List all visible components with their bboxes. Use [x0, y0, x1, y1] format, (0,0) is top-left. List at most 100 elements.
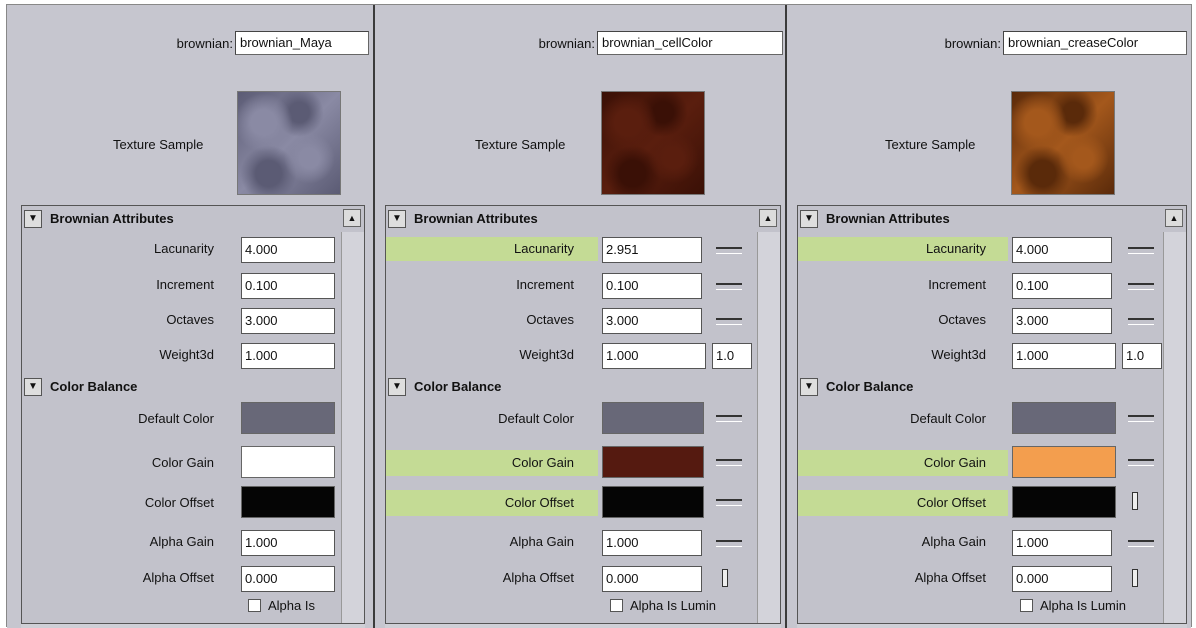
alpha-offset-slider-knob[interactable]: [1132, 569, 1138, 587]
texture-sample-swatch: [237, 91, 341, 195]
lacunarity-field[interactable]: 2.951: [602, 237, 702, 263]
default-color-swatch[interactable]: [1012, 402, 1116, 434]
alpha-gain-slider[interactable]: [1128, 540, 1154, 547]
color-offset-slider-knob[interactable]: [1132, 492, 1138, 510]
collapse-arrow-icon[interactable]: ▼: [24, 378, 42, 396]
texture-sample-label: Texture Sample: [885, 137, 976, 152]
weight3d-row: Weight3d 1.000: [22, 340, 340, 370]
increment-slider[interactable]: [716, 283, 742, 290]
next-section-header[interactable]: [797, 623, 1187, 628]
collapse-arrow-icon[interactable]: ▼: [24, 210, 42, 228]
scroll-up-icon[interactable]: ▲: [343, 209, 361, 227]
next-section-header[interactable]: [21, 623, 365, 628]
weight3d-x-field[interactable]: 1.000: [1012, 343, 1116, 369]
octaves-field[interactable]: 3.000: [241, 308, 335, 334]
collapse-arrow-icon[interactable]: ▼: [800, 378, 818, 396]
default-color-swatch[interactable]: [241, 402, 335, 434]
alpha-is-luminance-checkbox[interactable]: [610, 599, 623, 612]
alpha-gain-row: Alpha Gain 1.000: [798, 527, 1162, 557]
color-gain-slider[interactable]: [1128, 459, 1154, 466]
node-name-row: brownian: brownian_Maya: [7, 31, 373, 59]
octaves-row: Octaves 3.000: [798, 305, 1162, 335]
weight3d-row: Weight3d 1.000 1.0: [386, 340, 756, 370]
default-color-swatch[interactable]: [602, 402, 704, 434]
brownian-attributes-header[interactable]: ▼ Brownian Attributes: [798, 208, 1162, 230]
octaves-slider[interactable]: [1128, 318, 1154, 325]
alpha-offset-slider-knob[interactable]: [722, 569, 728, 587]
octaves-field[interactable]: 3.000: [602, 308, 702, 334]
default-color-slider[interactable]: [716, 415, 742, 422]
color-gain-row: Color Gain: [798, 446, 1162, 478]
color-balance-header[interactable]: ▼ Color Balance: [386, 376, 756, 398]
color-gain-swatch[interactable]: [1012, 446, 1116, 478]
color-offset-slider[interactable]: [716, 499, 742, 506]
octaves-field[interactable]: 3.000: [1012, 308, 1112, 334]
lacunarity-field[interactable]: 4.000: [241, 237, 335, 263]
node-name-row: brownian: brownian_creaseColor: [787, 31, 1191, 59]
octaves-row: Octaves 3.000: [22, 305, 340, 335]
weight3d-x-field[interactable]: 1.000: [241, 343, 335, 369]
alpha-gain-field[interactable]: 1.000: [602, 530, 702, 556]
attributes-frame: ▼ Brownian Attributes ▲ Lacunarity 4.000…: [21, 205, 365, 628]
lacunarity-row: Lacunarity 4.000: [22, 234, 340, 264]
scrollbar[interactable]: [757, 232, 780, 627]
increment-slider[interactable]: [1128, 283, 1154, 290]
color-gain-slider[interactable]: [716, 459, 742, 466]
node-name-field[interactable]: brownian_cellColor: [597, 31, 783, 55]
alpha-offset-row: Alpha Offset 0.000: [386, 563, 756, 593]
alpha-offset-field[interactable]: 0.000: [241, 566, 335, 592]
alpha-is-luminance-checkbox[interactable]: [248, 599, 261, 612]
alpha-gain-slider[interactable]: [716, 540, 742, 547]
alpha-is-luminance-checkbox[interactable]: [1020, 599, 1033, 612]
lacunarity-row: Lacunarity 2.951: [386, 234, 756, 264]
texture-sample-label: Texture Sample: [113, 137, 204, 152]
increment-field[interactable]: 0.100: [1012, 273, 1112, 299]
alpha-gain-field[interactable]: 1.000: [1012, 530, 1112, 556]
lacunarity-row: Lacunarity 4.000: [798, 234, 1162, 264]
increment-field[interactable]: 0.100: [602, 273, 702, 299]
brownian-attributes-header[interactable]: ▼ Brownian Attributes: [22, 208, 340, 230]
panel-brownian-creasecolor: brownian: brownian_creaseColor Texture S…: [787, 5, 1191, 628]
color-offset-swatch[interactable]: [1012, 486, 1116, 518]
weight3d-x-field[interactable]: 1.000: [602, 343, 706, 369]
color-offset-swatch[interactable]: [241, 486, 335, 518]
default-color-slider[interactable]: [1128, 415, 1154, 422]
texture-sample-swatch: [1011, 91, 1115, 195]
color-gain-swatch[interactable]: [241, 446, 335, 478]
panel-brownian-maya: brownian: brownian_Maya Texture Sample ▼…: [7, 5, 373, 628]
texture-sample-swatch: [601, 91, 705, 195]
color-gain-swatch[interactable]: [602, 446, 704, 478]
scrollbar[interactable]: [341, 232, 364, 627]
scroll-up-icon[interactable]: ▲: [1165, 209, 1183, 227]
alpha-offset-field[interactable]: 0.000: [602, 566, 702, 592]
lacunarity-slider[interactable]: [716, 247, 742, 254]
attributes-frame: ▼ Brownian Attributes ▲ Lacunarity 2.951…: [385, 205, 781, 628]
octaves-slider[interactable]: [716, 318, 742, 325]
lacunarity-field[interactable]: 4.000: [1012, 237, 1112, 263]
increment-field[interactable]: 0.100: [241, 273, 335, 299]
brownian-attributes-header[interactable]: ▼ Brownian Attributes: [386, 208, 756, 230]
collapse-arrow-icon[interactable]: ▼: [388, 378, 406, 396]
node-name-field[interactable]: brownian_creaseColor: [1003, 31, 1187, 55]
lacunarity-slider[interactable]: [1128, 247, 1154, 254]
color-offset-row: Color Offset: [386, 486, 756, 518]
color-balance-header[interactable]: ▼ Color Balance: [22, 376, 340, 398]
increment-row: Increment 0.100: [386, 270, 756, 300]
alpha-gain-field[interactable]: 1.000: [241, 530, 335, 556]
next-section-header[interactable]: [385, 623, 781, 628]
color-offset-row: Color Offset: [22, 486, 340, 518]
panel-brownian-cellcolor: brownian: brownian_cellColor Texture Sam…: [375, 5, 785, 628]
weight3d-y-field[interactable]: 1.0: [1122, 343, 1162, 369]
scrollbar[interactable]: [1163, 232, 1186, 627]
color-gain-row: Color Gain: [386, 446, 756, 478]
weight3d-y-field[interactable]: 1.0: [712, 343, 752, 369]
collapse-arrow-icon[interactable]: ▼: [800, 210, 818, 228]
collapse-arrow-icon[interactable]: ▼: [388, 210, 406, 228]
node-name-field[interactable]: brownian_Maya: [235, 31, 369, 55]
color-offset-swatch[interactable]: [602, 486, 704, 518]
scroll-up-icon[interactable]: ▲: [759, 209, 777, 227]
alpha-is-luminance-label: Alpha Is: [268, 598, 315, 613]
alpha-offset-field[interactable]: 0.000: [1012, 566, 1112, 592]
alpha-is-luminance-label: Alpha Is Lumin: [1040, 598, 1126, 613]
color-balance-header[interactable]: ▼ Color Balance: [798, 376, 1162, 398]
